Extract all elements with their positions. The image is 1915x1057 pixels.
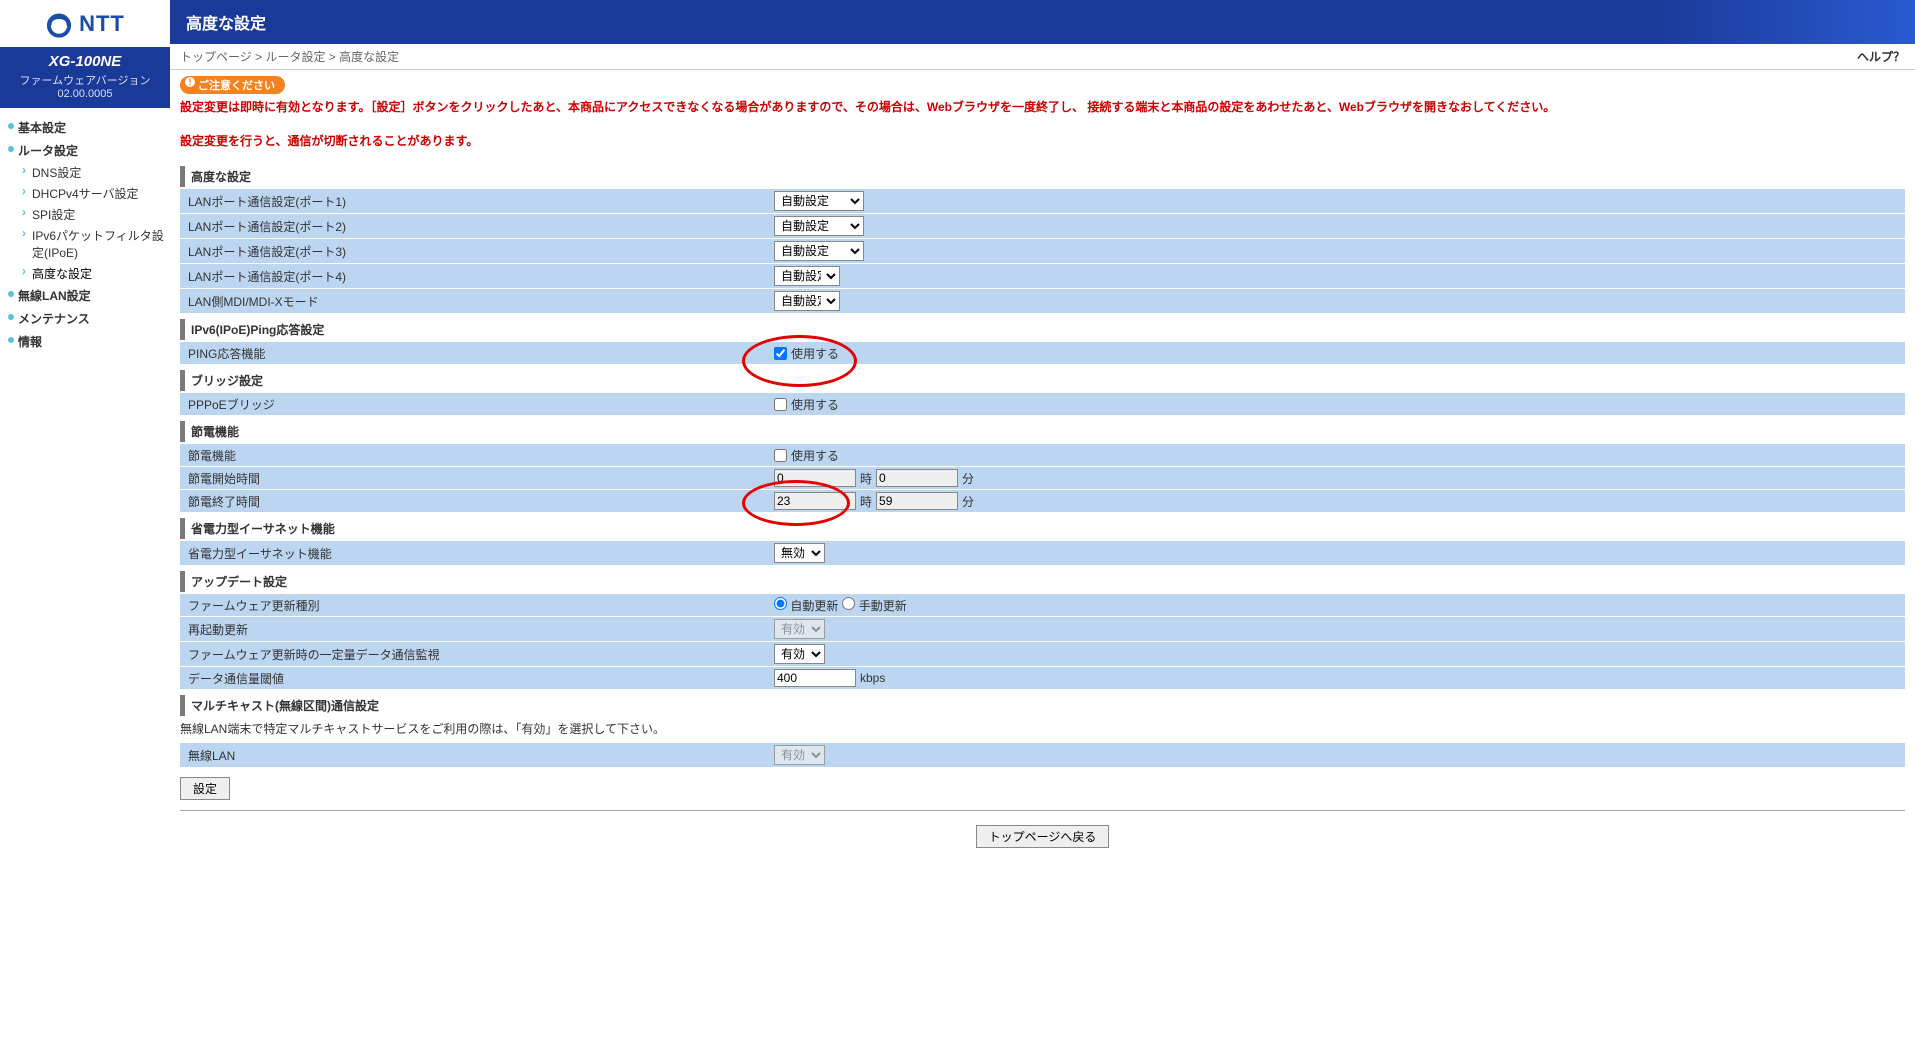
fwtype-manual-radio[interactable] bbox=[842, 597, 855, 610]
unit-h-2: 時 bbox=[860, 493, 872, 510]
sec-eee: 省電力型イーサネット機能 bbox=[180, 518, 1905, 539]
lbl-eee: 省電力型イーサネット機能 bbox=[180, 543, 770, 564]
ping-use-label: 使用する bbox=[791, 345, 839, 362]
lan4-select[interactable]: 自動設定 bbox=[774, 266, 840, 286]
lbl-pwrs-end: 節電終了時間 bbox=[180, 491, 770, 512]
breadcrumb: トップページ > ルータ設定 > 高度な設定 bbox=[180, 48, 399, 65]
set-button[interactable]: 設定 bbox=[180, 777, 230, 800]
fwtype-manual-label: 手動更新 bbox=[859, 599, 907, 613]
lbl-lan3: LANポート通信設定(ポート3) bbox=[180, 241, 770, 262]
lbl-fwtype: ファームウェア更新種別 bbox=[180, 595, 770, 616]
unit-m-1: 分 bbox=[962, 470, 974, 487]
pppoe-use-label: 使用する bbox=[791, 396, 839, 413]
multicast-note: 無線LAN端末で特定マルチキャストサービスをご利用の際は、「有効」を選択して下さ… bbox=[180, 720, 1905, 737]
wlan-mcast-select: 有効 bbox=[774, 745, 825, 765]
lbl-ping: PING応答機能 bbox=[180, 343, 770, 364]
lan2-select[interactable]: 自動設定 bbox=[774, 216, 864, 236]
sec-bridge: ブリッジ設定 bbox=[180, 370, 1905, 391]
pppoe-checkbox[interactable] bbox=[774, 398, 787, 411]
nav-spi[interactable]: SPI設定 bbox=[20, 204, 164, 225]
warning-text-1: 設定変更は即時に有効となります。［設定］ボタンをクリックしたあと、本商品にアクセ… bbox=[180, 98, 1905, 116]
fw-version: 02.00.0005 bbox=[4, 88, 166, 100]
fwtype-manual-wrap[interactable]: 手動更新 bbox=[842, 597, 906, 614]
pwrs-start-h[interactable] bbox=[774, 469, 856, 487]
crumb-current: 高度な設定 bbox=[339, 50, 399, 64]
page-title: 高度な設定 bbox=[170, 0, 1915, 44]
lbl-lan2: LANポート通信設定(ポート2) bbox=[180, 216, 770, 237]
nav-maintenance[interactable]: メンテナンス bbox=[6, 307, 164, 330]
pwrs-end-m[interactable] bbox=[876, 492, 958, 510]
lbl-reboot-upd: 再起動更新 bbox=[180, 619, 770, 640]
unit-h-1: 時 bbox=[860, 470, 872, 487]
brand-text: NTT bbox=[79, 11, 125, 37]
lbl-threshold: データ通信量閾値 bbox=[180, 668, 770, 689]
fw-label: ファームウェアバージョン bbox=[4, 72, 166, 88]
lbl-pwrs-start: 節電開始時間 bbox=[180, 468, 770, 489]
sec-powersave: 節電機能 bbox=[180, 421, 1905, 442]
crumb-router[interactable]: ルータ設定 bbox=[265, 50, 325, 64]
mdi-select[interactable]: 自動設定 bbox=[774, 291, 840, 311]
crumb-top[interactable]: トップページ bbox=[180, 50, 252, 64]
warning-text-2: 設定変更を行うと、通信が切断されることがあります。 bbox=[180, 132, 1905, 150]
fwtype-auto-label: 自動更新 bbox=[790, 599, 838, 613]
nav-advanced[interactable]: 高度な設定 bbox=[20, 263, 164, 284]
pwrs-checkbox[interactable] bbox=[774, 449, 787, 462]
lbl-lan1: LANポート通信設定(ポート1) bbox=[180, 191, 770, 212]
logo-block: NTT bbox=[0, 0, 170, 47]
pwrs-end-h[interactable] bbox=[774, 492, 856, 510]
lan3-select[interactable]: 自動設定 bbox=[774, 241, 864, 261]
lan1-select[interactable]: 自動設定 bbox=[774, 191, 864, 211]
threshold-input[interactable] bbox=[774, 669, 856, 687]
nav-wlan[interactable]: 無線LAN設定 bbox=[6, 284, 164, 307]
fwtype-auto-wrap[interactable]: 自動更新 bbox=[774, 597, 838, 614]
ntt-logo-icon bbox=[45, 10, 73, 38]
lbl-lan4: LANポート通信設定(ポート4) bbox=[180, 266, 770, 287]
lbl-fwmon: ファームウェア更新時の一定量データ通信監視 bbox=[180, 644, 770, 665]
fwmon-select[interactable]: 有効 bbox=[774, 644, 825, 664]
help-link[interactable]: ヘルプ？ bbox=[1857, 48, 1905, 65]
nav-basic[interactable]: 基本設定 bbox=[6, 116, 164, 139]
lbl-wlan-mcast: 無線LAN bbox=[180, 745, 770, 766]
back-to-top-button[interactable]: トップページへ戻る bbox=[976, 825, 1110, 848]
model-box: XG-100NE ファームウェアバージョン 02.00.0005 bbox=[0, 47, 170, 108]
lbl-pppoe: PPPoEブリッジ bbox=[180, 394, 770, 415]
nav-dhcpv4[interactable]: DHCPv4サーバ設定 bbox=[20, 183, 164, 204]
nav-info[interactable]: 情報 bbox=[6, 330, 164, 353]
unit-kbps: kbps bbox=[860, 671, 885, 685]
nav: 基本設定 ルータ設定 DNS設定 DHCPv4サーバ設定 SPI設定 IPv6パ… bbox=[0, 108, 170, 361]
ping-checkbox[interactable] bbox=[774, 347, 787, 360]
caution-badge: ご注意ください bbox=[180, 76, 285, 94]
sec-update: アップデート設定 bbox=[180, 571, 1905, 592]
nav-dns[interactable]: DNS設定 bbox=[20, 162, 164, 183]
lbl-mdi: LAN側MDI/MDI-Xモード bbox=[180, 291, 770, 312]
fwtype-auto-radio[interactable] bbox=[774, 597, 787, 610]
unit-m-2: 分 bbox=[962, 493, 974, 510]
sec-multicast: マルチキャスト(無線区間)通信設定 bbox=[180, 695, 1905, 716]
sec-advanced: 高度な設定 bbox=[180, 166, 1905, 187]
separator bbox=[180, 810, 1905, 811]
model-name: XG-100NE bbox=[4, 53, 166, 70]
reboot-upd-select: 有効 bbox=[774, 619, 825, 639]
sec-ipv6ping: IPv6(IPoE)Ping応答設定 bbox=[180, 319, 1905, 340]
pwrs-start-m[interactable] bbox=[876, 469, 958, 487]
nav-ipv6pf[interactable]: IPv6パケットフィルタ設定(IPoE) bbox=[20, 225, 164, 263]
lbl-pwrs-func: 節電機能 bbox=[180, 445, 770, 466]
sidebar: NTT XG-100NE ファームウェアバージョン 02.00.0005 基本設… bbox=[0, 0, 170, 882]
eee-select[interactable]: 無効 bbox=[774, 543, 825, 563]
pwrs-use-label: 使用する bbox=[791, 447, 839, 464]
nav-router[interactable]: ルータ設定 bbox=[6, 139, 164, 162]
